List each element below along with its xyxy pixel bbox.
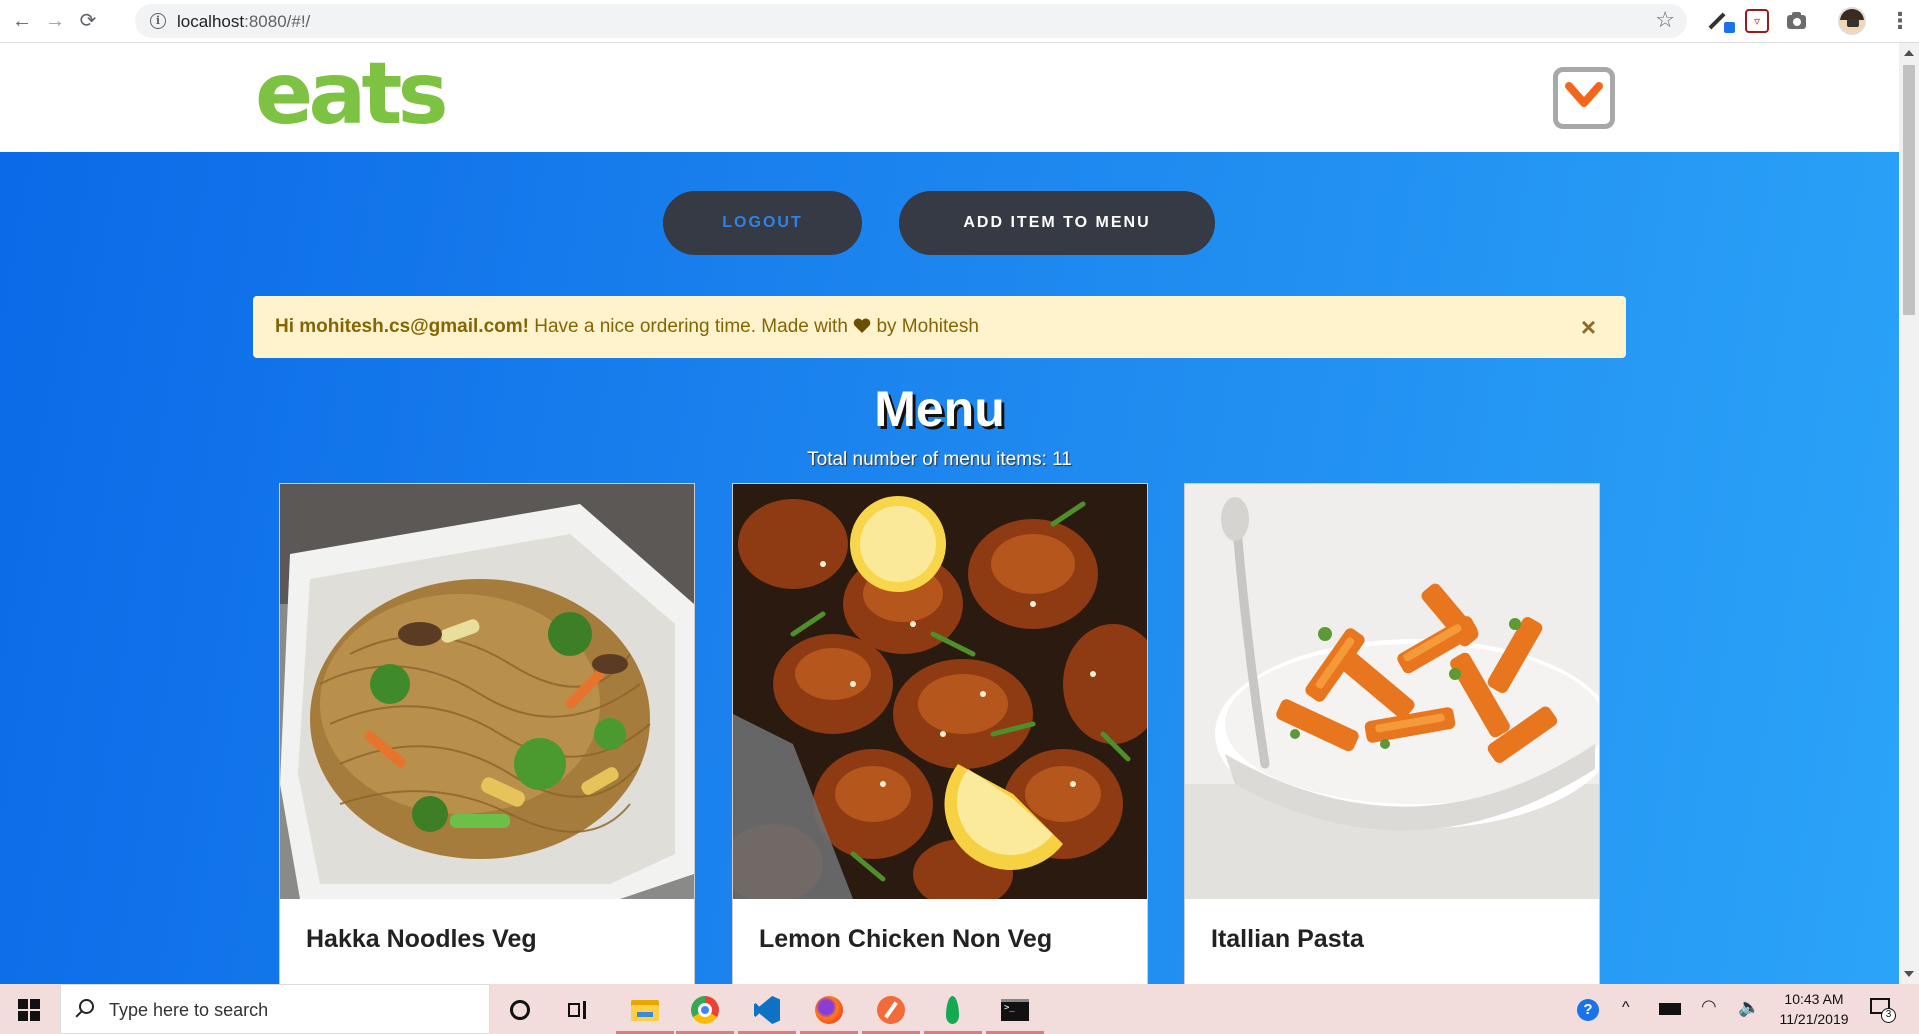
file-explorer-icon[interactable] [616, 993, 674, 1034]
chevron-down-icon [1565, 82, 1603, 107]
clock-date: 11/21/2019 [1779, 1011, 1849, 1027]
menu-item-count: Total number of menu items: 11 [807, 449, 1072, 470]
alert-author: by Mohitesh [871, 316, 979, 337]
scroll-up-icon[interactable] [1904, 50, 1914, 56]
menu-card[interactable]: Hakka Noodles Veg [279, 483, 695, 984]
alert-message: Have a nice ordering time. Made with [528, 316, 854, 337]
postman-icon[interactable] [862, 993, 920, 1034]
menu-card[interactable]: Itallian Pasta [1184, 483, 1600, 984]
terminal-icon[interactable] [986, 993, 1044, 1034]
eats-logo[interactable]: eats [255, 51, 449, 137]
system-clock[interactable]: 10:43 AM 11/21/2019 [1774, 989, 1854, 1029]
address-bar[interactable]: i localhost:8080/#!/ ☆ [135, 4, 1687, 38]
pocket-extension-icon[interactable]: ▿ [1745, 9, 1769, 33]
scroll-down-icon[interactable] [1904, 971, 1914, 977]
windows-taskbar: Type here to search ? ^ ◠ 🔈 10:43 AM 11/… [0, 984, 1919, 1034]
scrollbar-thumb[interactable] [1903, 65, 1915, 315]
taskbar-search[interactable]: Type here to search [60, 984, 490, 1034]
profile-avatar[interactable] [1838, 7, 1866, 35]
cortana-icon[interactable] [503, 993, 537, 1027]
vscode-icon[interactable] [738, 993, 796, 1034]
menu-item-name[interactable]: Itallian Pasta [1211, 925, 1364, 954]
food-image-noodles[interactable] [280, 484, 694, 899]
show-hidden-icons-icon[interactable]: ^ [1622, 999, 1630, 1017]
camera-extension-icon[interactable] [1785, 9, 1809, 33]
taskbar-search-placeholder[interactable]: Type here to search [109, 1000, 268, 1021]
add-item-button[interactable]: ADD ITEM TO MENU [899, 191, 1215, 255]
page-title: Menu [874, 381, 1005, 437]
site-header: eats [0, 43, 1899, 152]
mongodb-compass-icon[interactable] [924, 993, 982, 1034]
battery-icon[interactable] [1659, 1003, 1681, 1015]
action-center-icon[interactable]: 3 [1870, 998, 1896, 1023]
browser-menu-icon[interactable]: ⋮ [1889, 8, 1911, 34]
forward-arrow-icon[interactable]: → [42, 8, 68, 34]
site-info-icon[interactable]: i [150, 13, 166, 29]
wifi-icon[interactable]: ◠ [1701, 996, 1717, 1017]
reload-icon[interactable]: ⟳ [75, 8, 101, 34]
food-image-chicken[interactable] [733, 484, 1147, 899]
heart-icon [853, 318, 871, 333]
menu-section: LOGOUT ADD ITEM TO MENU Hi mohitesh.cs@g… [0, 152, 1899, 984]
cart-dropdown-button[interactable] [1553, 67, 1615, 129]
alert-close-button[interactable]: × [1581, 296, 1596, 358]
volume-icon[interactable]: 🔈 [1738, 997, 1760, 1018]
task-view-icon[interactable] [562, 993, 596, 1027]
help-icon[interactable]: ? [1577, 999, 1599, 1021]
menu-item-name[interactable]: Lemon Chicken Non Veg [759, 925, 1052, 954]
page-viewport: eats LOGOUT ADD ITEM TO MENU Hi mohitesh… [0, 43, 1899, 984]
notification-count-badge: 3 [1881, 1008, 1896, 1023]
pen-extension-icon[interactable] [1708, 9, 1735, 33]
logout-button[interactable]: LOGOUT [663, 191, 862, 255]
menu-item-name[interactable]: Hakka Noodles Veg [306, 925, 537, 954]
chrome-icon[interactable] [676, 993, 734, 1034]
clock-time: 10:43 AM [1784, 991, 1844, 1007]
page-scrollbar[interactable] [1899, 43, 1919, 984]
welcome-alert: Hi mohitesh.cs@gmail.com! Have a nice or… [253, 296, 1626, 358]
browser-toolbar: ← → ⟳ i localhost:8080/#!/ ☆ ▿ ⋮ [0, 0, 1919, 43]
bookmark-star-icon[interactable]: ☆ [1655, 7, 1675, 33]
windows-start-icon[interactable] [18, 999, 40, 1021]
menu-card[interactable]: Lemon Chicken Non Veg [732, 483, 1148, 984]
back-arrow-icon[interactable]: ← [9, 8, 35, 34]
alert-greeting: Hi mohitesh.cs@gmail.com! [275, 316, 529, 337]
food-image-pasta[interactable] [1185, 484, 1599, 899]
firefox-icon[interactable] [800, 993, 858, 1034]
search-icon [79, 999, 94, 1014]
url-text[interactable]: localhost:8080/#!/ [177, 12, 310, 32]
